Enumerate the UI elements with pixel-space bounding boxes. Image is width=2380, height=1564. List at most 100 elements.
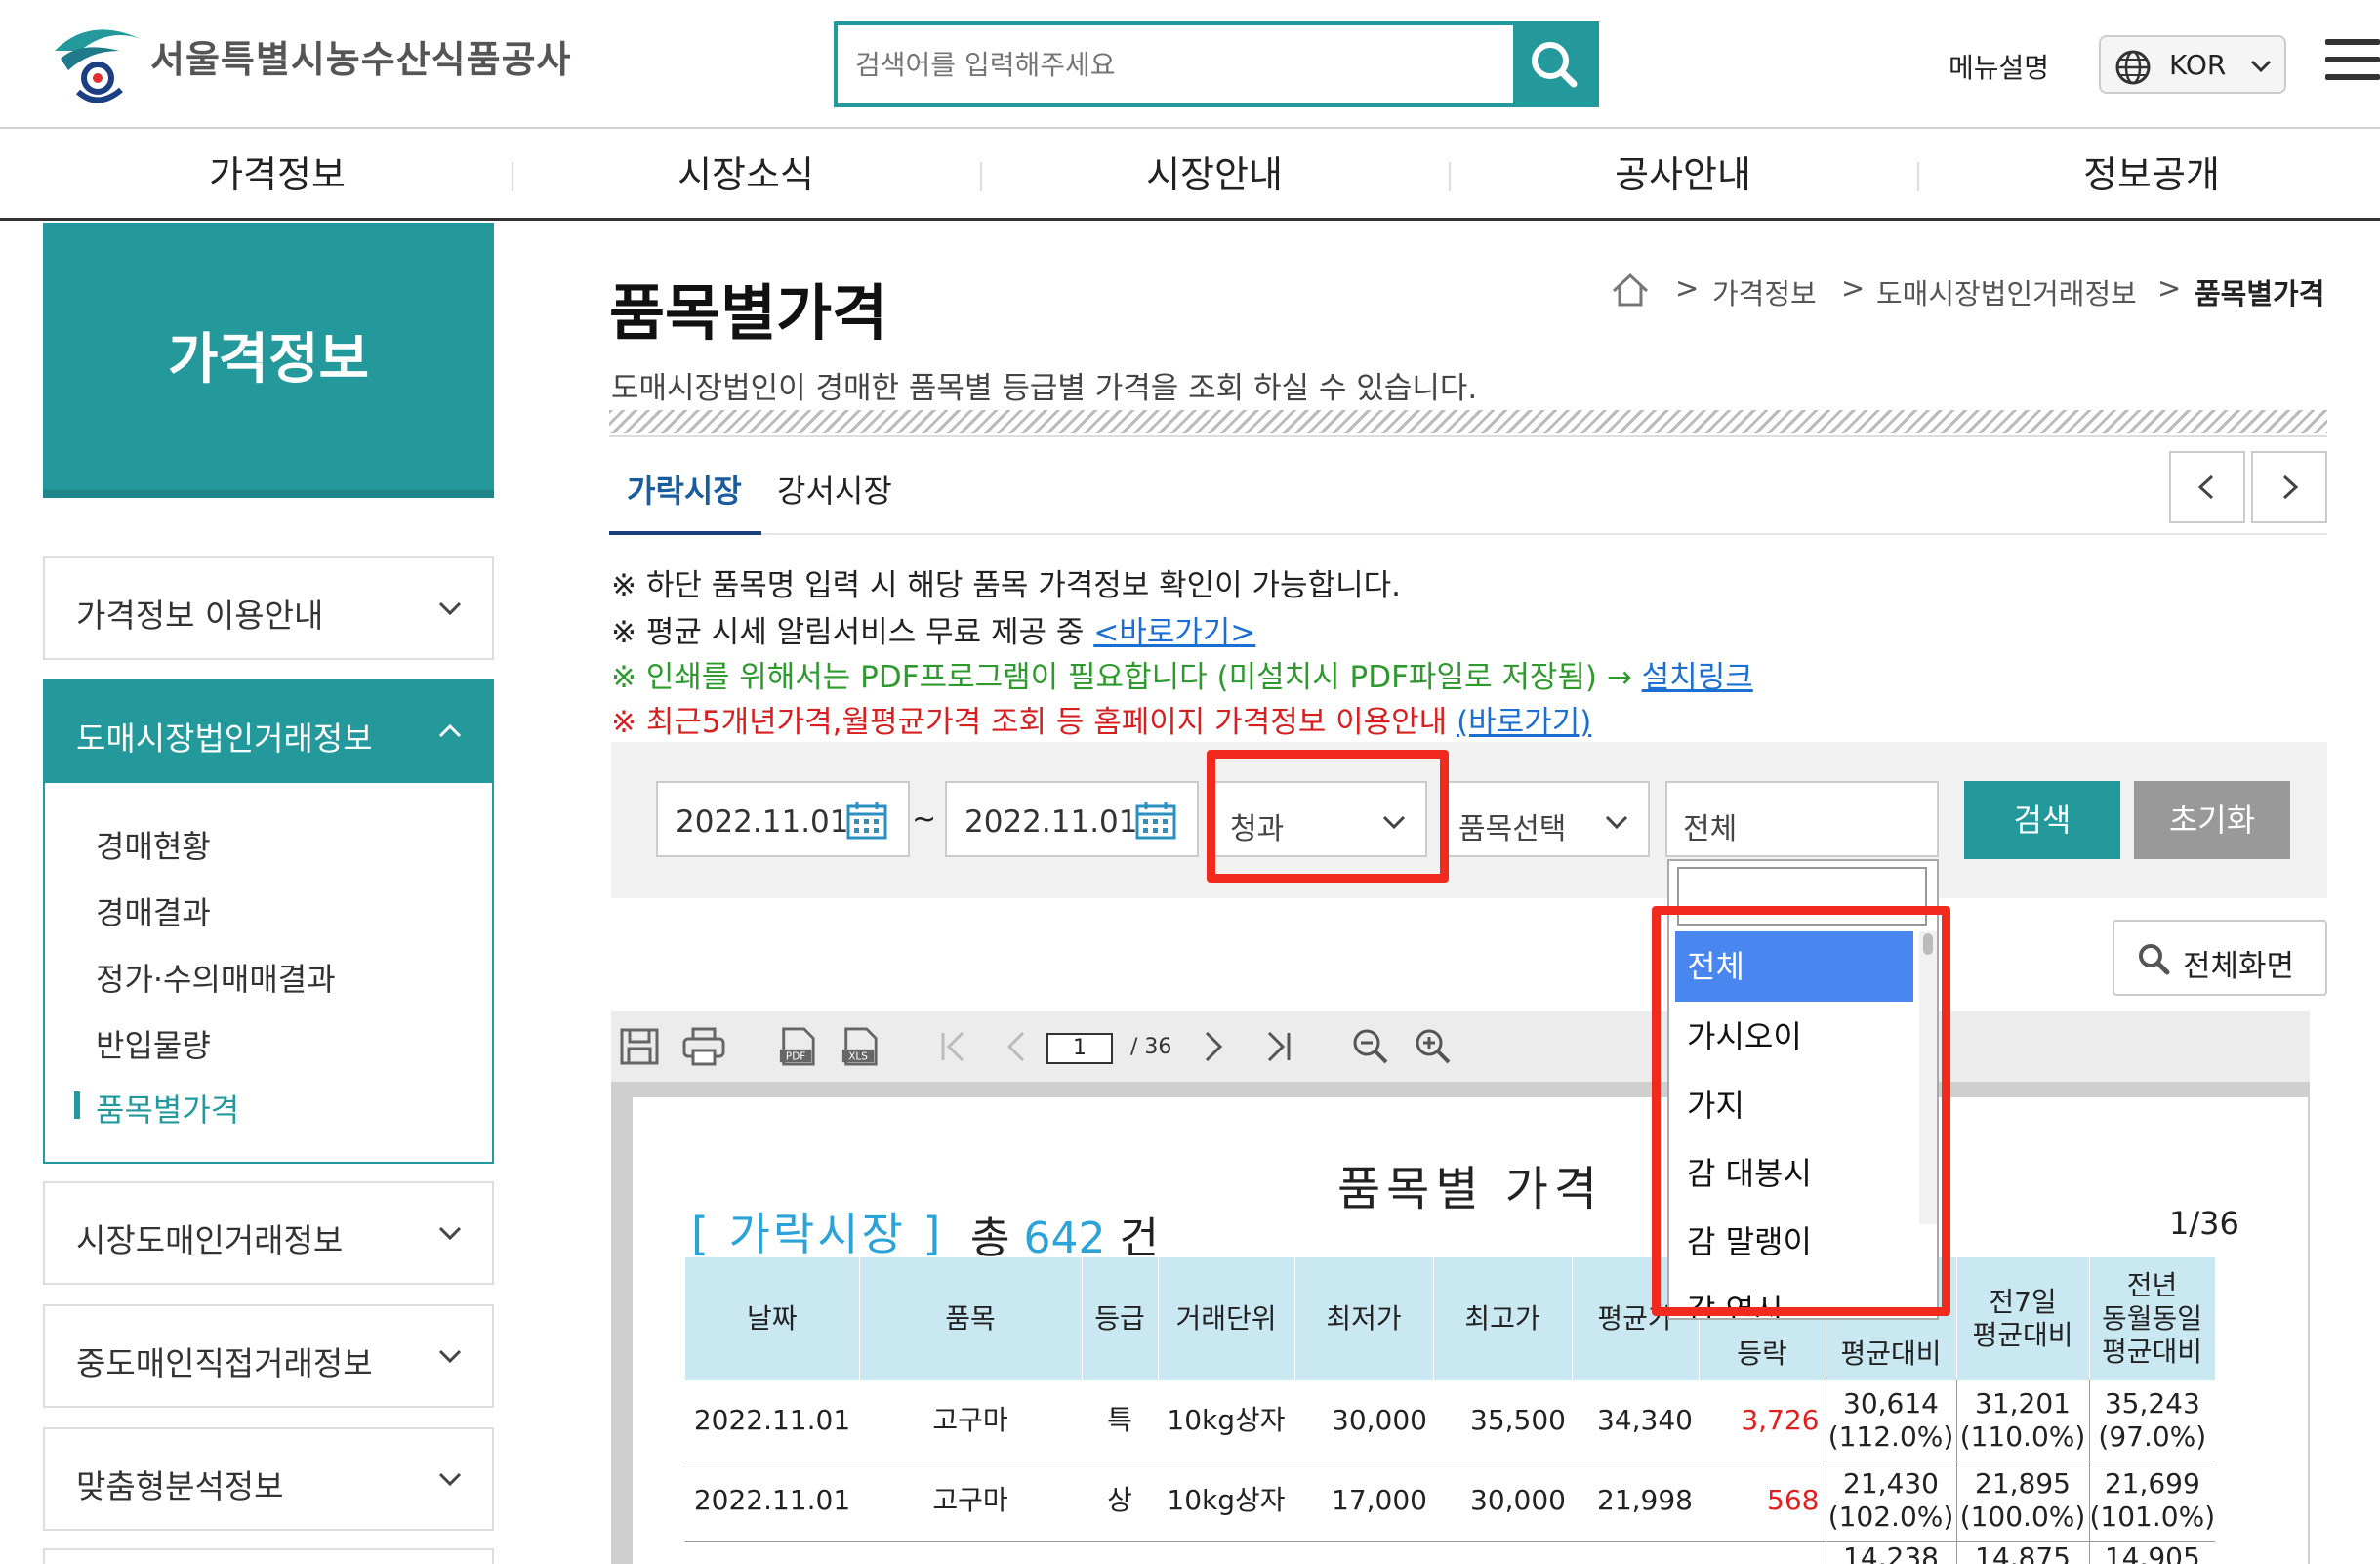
gnb-item-price[interactable]: 가격정보: [43, 129, 512, 221]
zoom-in-icon[interactable]: [1414, 1027, 1453, 1066]
cell-max: 30,000: [1433, 1461, 1572, 1542]
chevron-down-icon: [2250, 60, 2272, 73]
first-page-icon[interactable]: [939, 1027, 968, 1066]
cell-percent: (97.0%): [2098, 1420, 2207, 1453]
sidebar-item-more[interactable]: [43, 1548, 494, 1564]
gnb-item-corp-guide[interactable]: 공사안내: [1449, 129, 1917, 221]
active-indicator: [74, 1091, 80, 1119]
chevron-down-icon: [438, 1226, 462, 1241]
search-submit-button[interactable]: 검색: [1964, 781, 2120, 859]
reset-button[interactable]: 초기화: [2134, 781, 2290, 859]
tab-baseline: [609, 533, 2327, 535]
cell-avg-compare: 21,430 (102.0%): [1825, 1461, 1956, 1542]
cell-value: 21,699: [2104, 1467, 2200, 1500]
price-table: 날짜 품목 등급 거래단위 최저가 최고가 평균가 등락 평균대비 전7일 평균…: [685, 1257, 2216, 1564]
tab-prev-button[interactable]: [2169, 451, 2245, 523]
logo-icon[interactable]: [51, 21, 148, 109]
date-range-separator: ~: [912, 803, 937, 837]
breadcrumb-item[interactable]: 도매시장법인거래정보: [1876, 271, 2137, 312]
chevron-right-icon: [2282, 474, 2299, 500]
date-from-field[interactable]: 2022.11.01: [656, 781, 910, 857]
fullscreen-label: 전체화면: [2183, 949, 2295, 984]
cell-7day-compare: 31,201 (110.0%): [1955, 1380, 2089, 1461]
last-page-icon[interactable]: [1263, 1027, 1293, 1066]
chevron-down-icon: [438, 1349, 462, 1364]
column-header: 전년 동월동일 평균대비: [2089, 1257, 2216, 1380]
page-title: 품목별가격: [609, 277, 888, 349]
report-market: [ 가락시장 ]: [691, 1208, 944, 1260]
column-header: 등급: [1082, 1257, 1159, 1380]
cell-date: 2022.11.01: [685, 1461, 859, 1542]
price-guide-link[interactable]: (바로가기): [1457, 705, 1591, 740]
print-icon[interactable]: [681, 1027, 726, 1066]
column-header: 최고가: [1433, 1257, 1573, 1380]
gnb-item-market-news[interactable]: 시장소식: [512, 129, 980, 221]
gnb-item-market-guide[interactable]: 시장안내: [980, 129, 1449, 221]
grade-select[interactable]: 전체: [1665, 781, 1939, 857]
sidebar-subitem-item-price[interactable]: 품목별가격: [96, 1086, 239, 1131]
chevron-down-icon: [438, 601, 462, 616]
notice-line-3: ※ 인쇄를 위해서는 PDF프로그램이 필요합니다 (미설치시 PDF파일로 저…: [611, 652, 1753, 696]
sidebar-item-intermediate[interactable]: 중도매인직접거래정보: [43, 1304, 494, 1408]
cell-min: 30,000: [1294, 1380, 1433, 1461]
sidebar-item-market-wholesaler[interactable]: 시장도매인거래정보: [43, 1181, 494, 1285]
save-icon[interactable]: [619, 1027, 660, 1066]
cell-item: 고구마: [859, 1461, 1082, 1542]
page-number-input[interactable]: 1: [1046, 1033, 1113, 1064]
xls-export-icon[interactable]: XLS: [840, 1027, 881, 1066]
sidebar-subitem-auction-status[interactable]: 경매현황: [96, 822, 211, 867]
search-button[interactable]: [1513, 25, 1595, 103]
breadcrumb-item[interactable]: 가격정보: [1712, 271, 1817, 312]
cell-avg-compare: 30,614 (112.0%): [1825, 1380, 1956, 1461]
calendar-icon[interactable]: [1134, 801, 1177, 840]
date-to-field[interactable]: 2022.11.01: [945, 781, 1199, 857]
breadcrumb: > 가격정보 > 도매시장법인거래정보 > 품목별가격: [1611, 271, 2333, 310]
column-header: 거래단위: [1158, 1257, 1295, 1380]
sidebar-item-price-guide[interactable]: 가격정보 이용안내: [43, 556, 494, 660]
sidebar-item-wholesale[interactable]: 도매시장법인거래정보: [45, 681, 492, 783]
tab-gangseo[interactable]: 강서시장: [777, 467, 892, 512]
cell-value: 35,243: [2104, 1386, 2200, 1420]
column-header: 최저가: [1294, 1257, 1434, 1380]
table-row: 2022.11.01 고구마 상 10kg상자 17,000 30,000 21…: [685, 1461, 2216, 1542]
pdf-export-icon[interactable]: PDF: [777, 1027, 818, 1066]
cell-avg: 21,998: [1572, 1461, 1699, 1542]
cell-lastyear-compare: 35,243 (97.0%): [2088, 1380, 2216, 1461]
hamburger-menu-icon[interactable]: [2325, 39, 2380, 88]
sidebar-subitem-fixed-price-result[interactable]: 정가·수의매매결과: [96, 955, 336, 1000]
sidebar-title: 가격정보: [43, 223, 494, 498]
sidebar-group-wholesale: 도매시장법인거래정보 경매현황 경매결과 정가·수의매매결과 반입물량 품목별가…: [43, 679, 494, 1164]
cell-unit: 10kg상자: [1158, 1380, 1294, 1461]
zoom-out-icon[interactable]: [1351, 1027, 1390, 1066]
table-row: 14,238 14,875 14,905: [685, 1541, 2216, 1564]
breadcrumb-current: 품목별가격: [2195, 277, 2325, 310]
search-input[interactable]: [855, 25, 1499, 103]
breadcrumb-separator: >: [1841, 271, 1866, 305]
pdf-install-link[interactable]: 설치링크: [1642, 660, 1753, 695]
next-page-icon[interactable]: [1203, 1027, 1226, 1066]
gnb-item-disclosure[interactable]: 정보공개: [1917, 129, 2380, 221]
cell-value: 31,201: [1975, 1386, 2071, 1420]
globe-icon: [2115, 50, 2151, 85]
cell-unit: 10kg상자: [1158, 1461, 1294, 1542]
chevron-left-icon: [2197, 474, 2214, 500]
language-selector[interactable]: KOR: [2099, 35, 2286, 94]
item-select[interactable]: 품목선택: [1441, 781, 1650, 857]
sidebar-subitem-inbound-volume[interactable]: 반입물량: [96, 1021, 211, 1066]
home-icon[interactable]: [1611, 271, 1650, 309]
tab-next-button[interactable]: [2251, 451, 2327, 523]
fullscreen-button[interactable]: 전체화면: [2113, 920, 2327, 996]
breadcrumb-separator: >: [2157, 271, 2182, 305]
cell-percent: (101.0%): [2089, 1501, 2216, 1533]
tab-garak[interactable]: 가락시장: [627, 467, 742, 512]
calendar-icon[interactable]: [845, 801, 888, 840]
cell-value: 30,614: [1843, 1386, 1939, 1420]
divider-hatch: [609, 410, 2327, 433]
org-name[interactable]: 서울특별시농수산식품공사: [150, 29, 572, 83]
menu-description-link[interactable]: 메뉴설명: [1949, 47, 2049, 86]
sidebar-subitem-auction-result[interactable]: 경매결과: [96, 888, 211, 933]
sidebar-item-custom-analysis[interactable]: 맞춤형분석정보: [43, 1427, 494, 1531]
alert-service-link[interactable]: <바로가기>: [1093, 615, 1255, 650]
cell-grade: 특: [1082, 1380, 1158, 1461]
previous-page-icon[interactable]: [1004, 1027, 1027, 1066]
